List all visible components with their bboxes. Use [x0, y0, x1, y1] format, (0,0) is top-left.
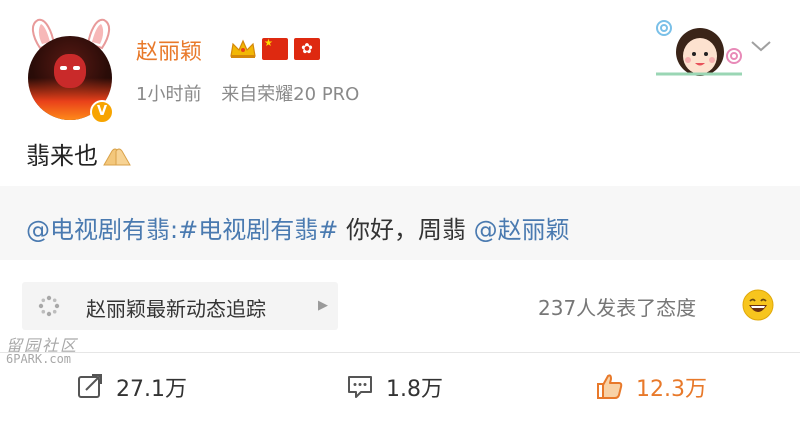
comment-button[interactable]: 1.8万: [346, 368, 486, 404]
avatar-face: [54, 54, 86, 88]
attitude-count[interactable]: 237人发表了态度: [538, 292, 696, 321]
like-count: 12.3万: [636, 377, 707, 402]
post-meta: 1小时前 来自荣耀20 PRO: [136, 80, 359, 106]
username[interactable]: 赵丽颖: [136, 34, 202, 66]
verified-badge: V: [90, 100, 114, 124]
tracker-label: 赵丽颖最新动态追踪: [86, 297, 266, 321]
laughing-emoji-icon[interactable]: [742, 289, 774, 321]
sparkle-icon: [36, 294, 62, 320]
watermark-line2: 6PARK.com: [6, 352, 72, 366]
mention-link[interactable]: @电视剧有翡: [26, 216, 170, 244]
topic-tracker-button[interactable]: 赵丽颖最新动态追踪 ▶: [22, 282, 338, 330]
avatar-container[interactable]: V: [26, 18, 116, 124]
crown-icon: [230, 39, 256, 58]
comment-count: 1.8万: [386, 377, 443, 402]
like-button[interactable]: 12.3万: [596, 368, 766, 404]
repost-text: @电视剧有翡:#电视剧有翡# 你好，周翡 @赵丽颖: [26, 210, 570, 245]
folded-hands-emoji-icon: [103, 148, 131, 166]
repost-body: 你好，周翡: [338, 216, 474, 244]
china-flag-icon: ★: [262, 38, 288, 60]
cartoon-sticker-icon: [656, 20, 742, 76]
share-icon: [78, 374, 102, 398]
comment-icon: [348, 376, 372, 398]
mention-link-2[interactable]: @赵丽颖: [474, 216, 570, 244]
repost-separator: :: [170, 216, 179, 244]
repost-block[interactable]: @电视剧有翡:#电视剧有翡# 你好，周翡 @赵丽颖: [0, 186, 800, 260]
avatar-eye-right: [73, 66, 80, 70]
post-time: 1小时前: [136, 84, 202, 105]
chevron-down-icon[interactable]: [748, 34, 774, 60]
post-text: 翡来也: [26, 142, 98, 170]
avatar-eye-left: [60, 66, 67, 70]
hashtag-link[interactable]: #电视剧有翡#: [178, 216, 338, 244]
caret-right-icon: ▶: [318, 298, 328, 313]
post-source: 来自荣耀20 PRO: [221, 84, 360, 105]
repost-button[interactable]: 27.1万: [76, 368, 236, 404]
repost-count: 27.1万: [116, 377, 187, 402]
hongkong-flag-icon: ✿: [294, 38, 320, 60]
thumbs-up-icon: [597, 374, 623, 399]
divider: [0, 352, 800, 353]
post-content: 翡来也: [26, 136, 132, 171]
weibo-post: V 赵丽颖 ★ ✿ 1小时前 来自荣耀20 PRO 翡来也 @电视剧有翡:#电视…: [0, 0, 800, 428]
